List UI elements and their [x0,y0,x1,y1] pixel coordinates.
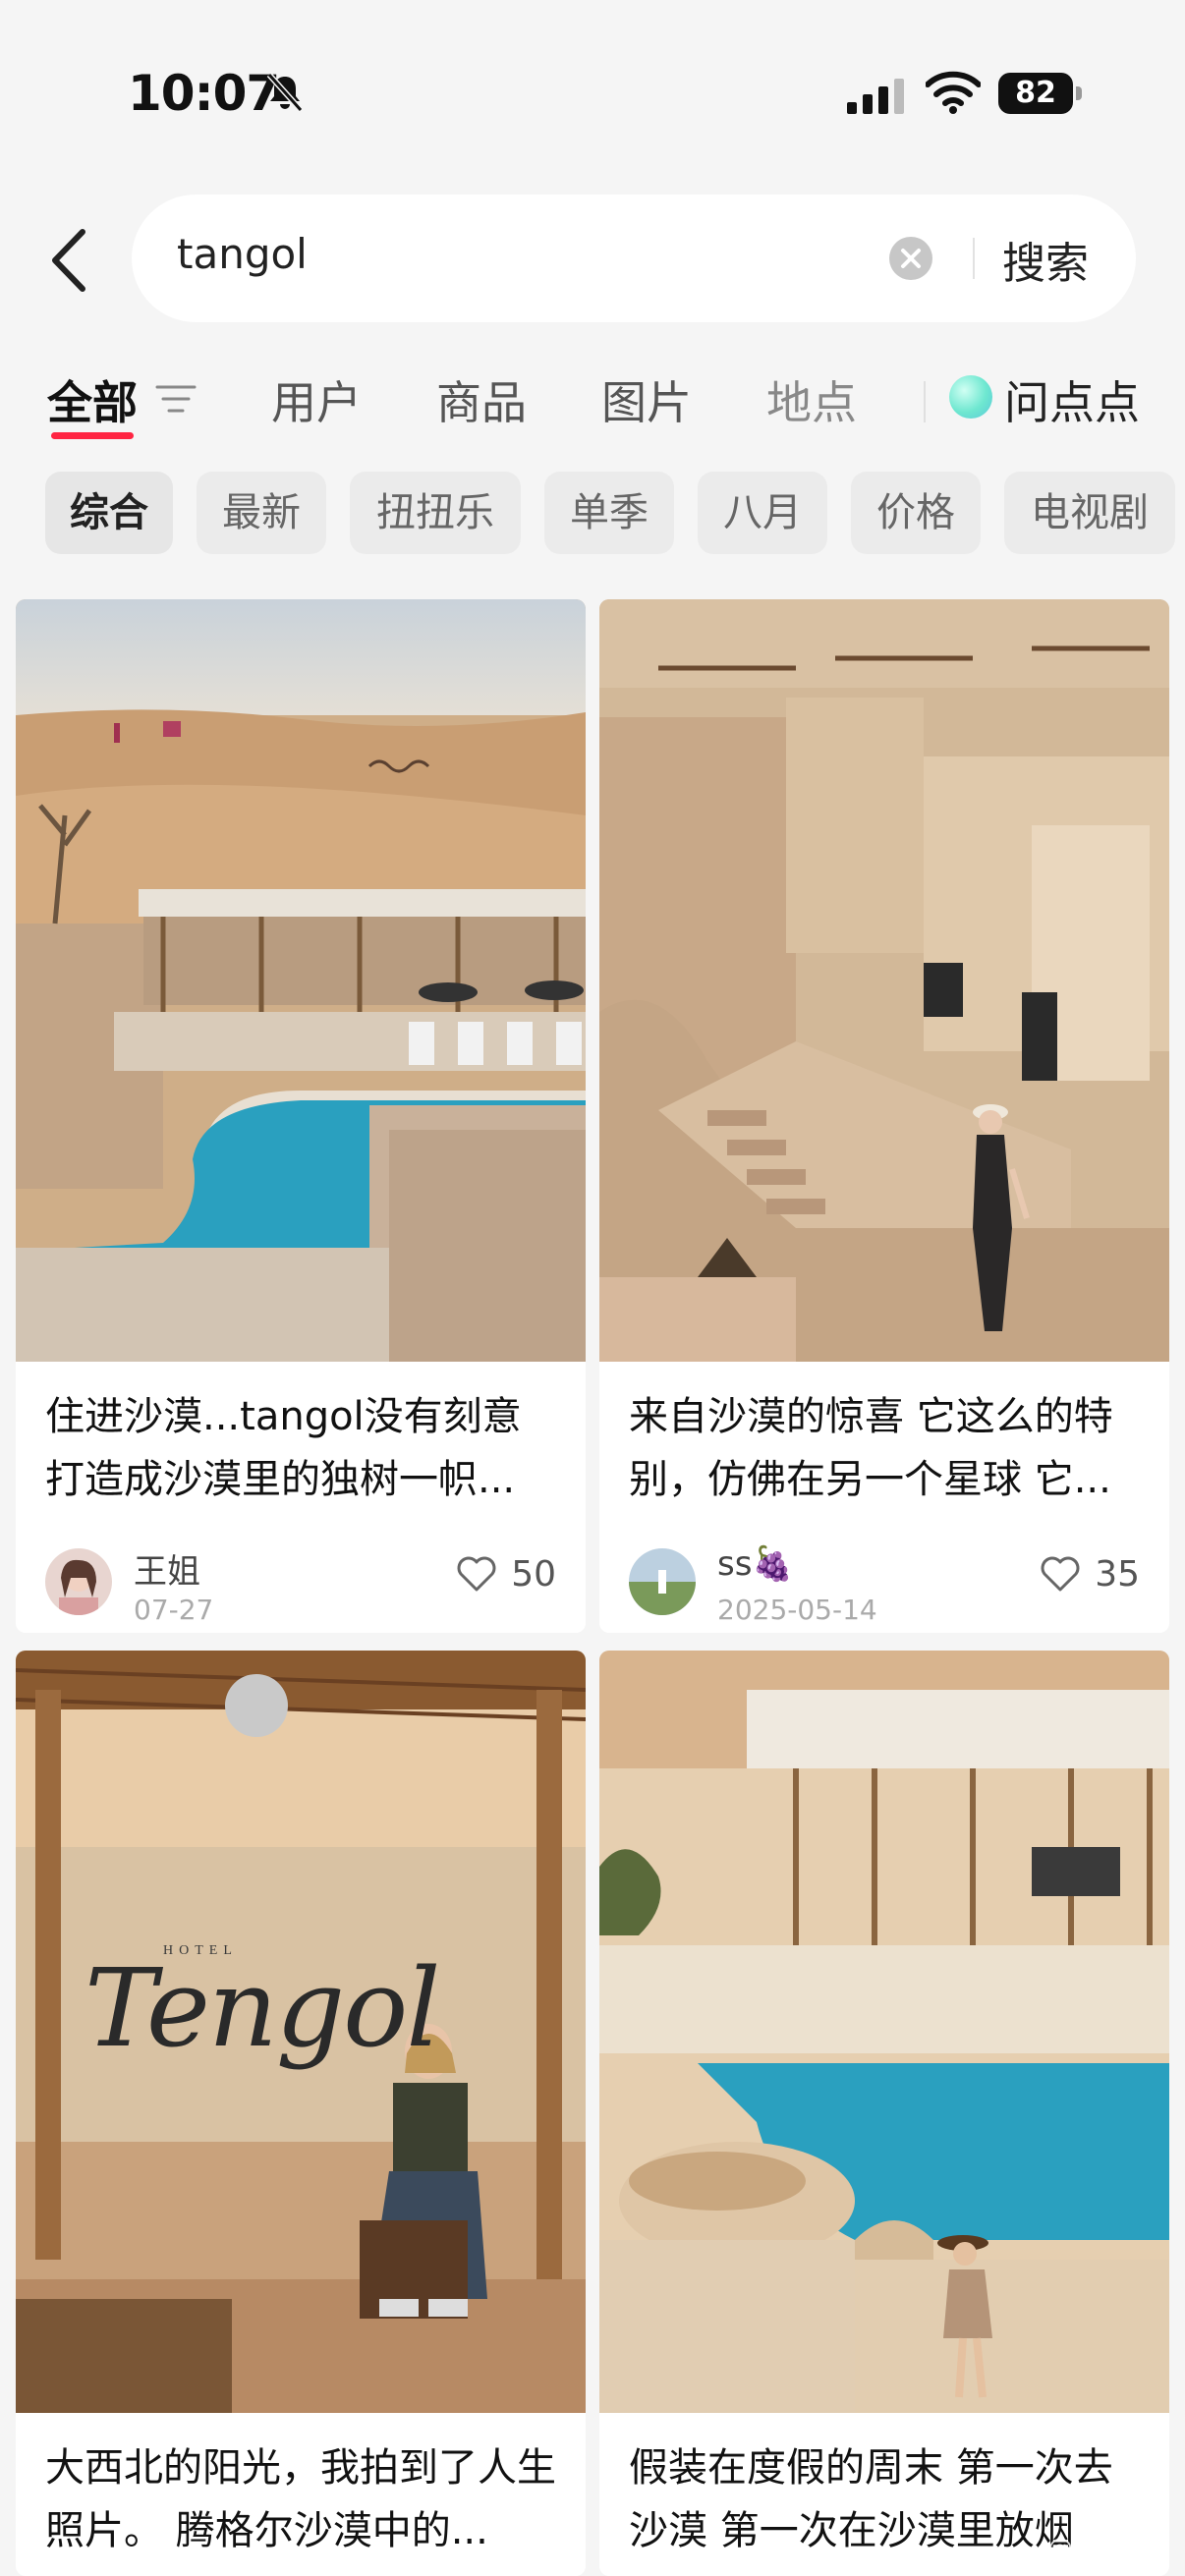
tab-places[interactable]: 地点 [766,367,857,432]
post-date: 2025-05-14 [717,1594,877,1626]
note-card[interactable]: 假装在度假的周末 第一次去沙漠 第一次在沙漠里放烟 @麻懂了 [599,1651,1169,2576]
like-count[interactable]: 35 [1095,1554,1140,1595]
cellular-signal-icon [847,79,904,114]
wifi-icon [926,71,981,114]
note-card[interactable]: HOTEL Tengol 大西北的阳光，我拍到了人生照片。 腾格尔沙漠中的... [16,1651,586,2576]
tab-all[interactable]: 全部 [47,367,138,432]
battery-tip [1076,86,1082,100]
search-button[interactable]: 搜索 [1002,228,1089,291]
chip-single-season[interactable]: 单季 [544,472,674,554]
chip-august[interactable]: 八月 [698,472,827,554]
search-input[interactable]: tangol [177,230,308,278]
avatar[interactable] [45,1548,112,1615]
battery-indicator: 82 [998,73,1082,114]
tab-products[interactable]: 商品 [436,367,527,432]
search-divider [973,238,975,279]
active-tab-indicator [51,432,134,439]
card-image[interactable] [599,599,1169,1362]
search-bar[interactable]: tangol 搜索 [132,195,1136,322]
hotel-sign-text: Tengol [85,1945,441,2071]
filter-icon[interactable] [155,381,197,417]
note-card[interactable]: 住进沙漠...tangol没有刻意打造成沙漠里的独树一帜... 王姐 07-27… [16,599,586,1633]
back-arrow-icon[interactable] [39,226,98,295]
avatar[interactable] [629,1548,696,1615]
chip-price[interactable]: 价格 [851,472,981,554]
category-tabs: 全部 用户 商品 图片 地点 问点点 [0,354,1185,452]
chip-latest[interactable]: 最新 [197,472,326,554]
card-title[interactable]: 住进沙漠...tangol没有刻意打造成沙漠里的独树一帜... [45,1385,560,1511]
bell-mute-icon [266,73,304,112]
card-image[interactable]: HOTEL Tengol [16,1651,586,2413]
ai-assistant-icon[interactable] [949,375,992,419]
status-bar: 10:07 82 [0,0,1185,187]
tab-divider [924,381,926,422]
heart-icon[interactable] [456,1554,497,1594]
tab-images[interactable]: 图片 [601,367,692,432]
chip-comprehensive[interactable]: 综合 [45,472,173,554]
tab-ai-assistant[interactable]: 问点点 [1004,367,1140,432]
post-date: 07-27 [134,1594,214,1626]
card-title[interactable]: 大西北的阳光，我拍到了人生照片。 腾格尔沙漠中的... [45,2436,560,2562]
heart-icon[interactable] [1040,1554,1081,1594]
author-name[interactable]: ss🍇 [717,1544,794,1584]
card-image[interactable] [599,1651,1169,2413]
card-title[interactable]: 来自沙漠的惊喜 它这么的特别，仿佛在另一个星球 它... [629,1385,1144,1511]
chip-tv-series[interactable]: 电视剧 [1004,472,1175,554]
note-card[interactable]: 来自沙漠的惊喜 它这么的特别，仿佛在另一个星球 它... ss🍇 2025-05… [599,599,1169,1633]
author-name[interactable]: 王姐 [134,1544,200,1593]
tab-users[interactable]: 用户 [271,367,362,432]
battery-level: 82 [998,73,1073,114]
watermark: @麻懂了 [1046,2534,1150,2563]
like-count[interactable]: 50 [511,1554,556,1595]
chip-niuniule[interactable]: 扭扭乐 [350,472,521,554]
card-image[interactable] [16,599,586,1362]
status-time: 10:07 [128,65,280,122]
clear-icon[interactable] [888,236,933,281]
